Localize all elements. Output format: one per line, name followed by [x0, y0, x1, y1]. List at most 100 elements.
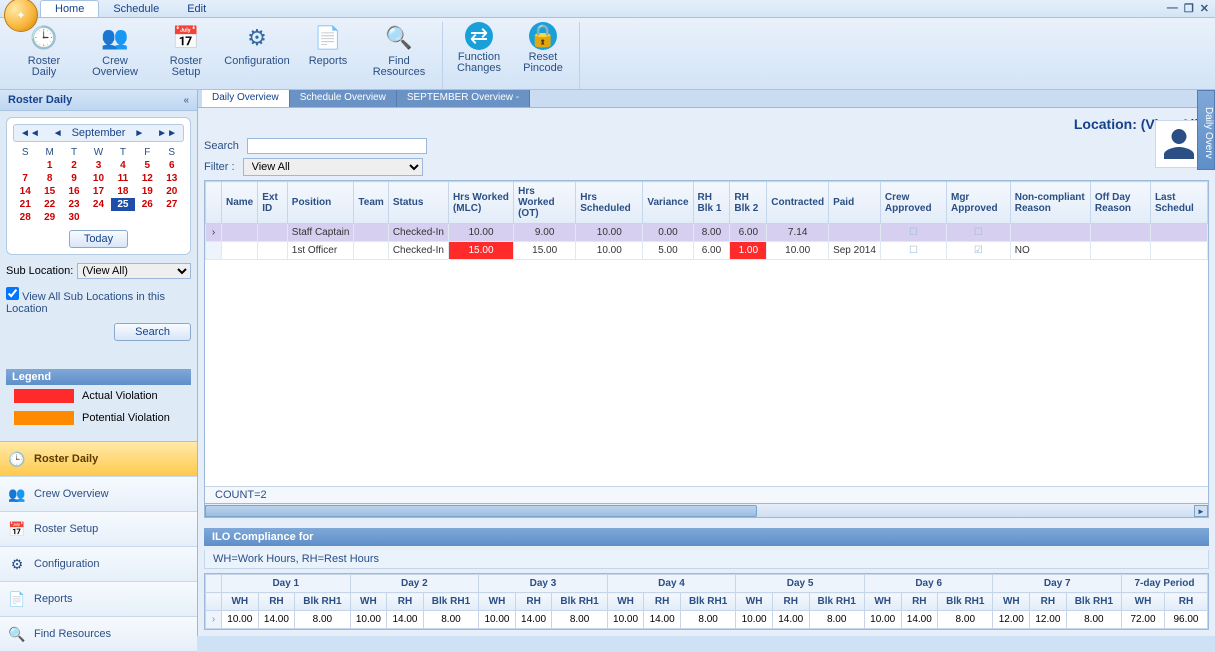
ribbon-configuration[interactable]: ⚙Configuration: [222, 22, 292, 89]
sidebar-item-crew-overview[interactable]: 👥Crew Overview: [0, 477, 197, 512]
grid-col-header[interactable]: Crew Approved: [880, 182, 946, 224]
sub-location-select[interactable]: (View All): [77, 263, 191, 279]
users-icon: 👥: [99, 22, 131, 54]
cal-prev-month-icon[interactable]: ◄: [49, 128, 67, 139]
sidebar-item-roster-daily[interactable]: 🕒Roster Daily: [0, 442, 197, 477]
restore-icon[interactable]: ❐: [1184, 2, 1194, 15]
cal-day[interactable]: 6: [160, 159, 184, 172]
ribbon-function-changes[interactable]: ⇄FunctionChanges: [451, 22, 507, 89]
ilo-sub-header: RH: [515, 593, 552, 611]
ilo-row-expander[interactable]: ›: [206, 611, 222, 629]
ribbon-roster-daily[interactable]: 🕒RosterDaily: [16, 22, 72, 89]
cal-next-month-icon[interactable]: ►: [130, 128, 148, 139]
grid-col-header[interactable]: Mgr Approved: [946, 182, 1010, 224]
cal-day[interactable]: 17: [86, 185, 110, 198]
sidebar-item-roster-setup[interactable]: 📅Roster Setup: [0, 512, 197, 547]
search-input[interactable]: [247, 138, 427, 154]
cal-day[interactable]: 4: [111, 159, 135, 172]
cal-day[interactable]: 20: [160, 185, 184, 198]
ilo-row[interactable]: ›10.0014.008.0010.0014.008.0010.0014.008…: [206, 611, 1208, 629]
grid-col-header[interactable]: Hrs Worked (OT): [514, 182, 576, 224]
grid-hscroll[interactable]: ◄ ►: [205, 503, 1208, 517]
grid-col-header[interactable]: Hrs Worked (MLC): [448, 182, 513, 224]
cal-day[interactable]: 14: [13, 185, 37, 198]
scroll-right-icon[interactable]: ►: [1194, 505, 1208, 517]
cal-day[interactable]: 9: [62, 172, 86, 185]
grid-col-header[interactable]: Variance: [643, 182, 693, 224]
tab-home[interactable]: Home: [40, 0, 99, 17]
cal-day[interactable]: 15: [37, 185, 61, 198]
table-row[interactable]: ›Staff CaptainChecked-In10.009.0010.000.…: [206, 224, 1208, 242]
cal-day[interactable]: 29: [37, 211, 61, 224]
content-tab[interactable]: SEPTEMBER Overview -: [397, 90, 530, 107]
cal-day[interactable]: 16: [62, 185, 86, 198]
filter-select[interactable]: View All: [243, 158, 423, 176]
grid-col-header[interactable]: Off Day Reason: [1090, 182, 1150, 224]
grid-col-header[interactable]: Name: [222, 182, 258, 224]
sidebar-item-reports[interactable]: 📄Reports: [0, 582, 197, 617]
grid-col-header[interactable]: Hrs Scheduled: [576, 182, 643, 224]
scroll-thumb[interactable]: [205, 505, 757, 517]
cal-day[interactable]: 2: [62, 159, 86, 172]
cal-day[interactable]: 19: [135, 185, 159, 198]
row-expander[interactable]: [206, 242, 222, 260]
cal-day[interactable]: 3: [86, 159, 110, 172]
grid-col-header[interactable]: Non-compliant Reason: [1010, 182, 1090, 224]
minimize-icon[interactable]: —: [1167, 2, 1178, 15]
sidebar-item-configuration[interactable]: ⚙Configuration: [0, 547, 197, 582]
grid-col-header[interactable]: Ext ID: [258, 182, 288, 224]
ribbon-find-resources[interactable]: 🔍Find Resources: [364, 22, 434, 89]
cal-day[interactable]: 23: [62, 198, 86, 211]
cal-day[interactable]: 12: [135, 172, 159, 185]
cal-day[interactable]: 26: [135, 198, 159, 211]
grid-col-header[interactable]: Contracted: [767, 182, 829, 224]
grid-col-header[interactable]: Paid: [829, 182, 881, 224]
ilo-sub-header: RH: [644, 593, 681, 611]
ribbon-roster-setup[interactable]: 📅RosterSetup: [158, 22, 214, 89]
person-icon: [1161, 126, 1197, 162]
ribbon-reset-pincode[interactable]: 🔒ResetPincode: [515, 22, 571, 89]
cal-day[interactable]: 30: [62, 211, 86, 224]
today-button[interactable]: Today: [69, 230, 128, 248]
cal-day[interactable]: 24: [86, 198, 110, 211]
cal-day[interactable]: 18: [111, 185, 135, 198]
cal-day[interactable]: 21: [13, 198, 37, 211]
cal-prev-year-icon[interactable]: ◄◄: [16, 128, 44, 139]
content-tab[interactable]: Schedule Overview: [290, 90, 397, 107]
view-all-sub-checkbox[interactable]: [6, 287, 19, 300]
ribbon-reports[interactable]: 📄Reports: [300, 22, 356, 89]
sidebar-item-find-resources[interactable]: 🔍Find Resources: [0, 617, 197, 652]
collapse-icon[interactable]: «: [183, 95, 189, 106]
grid-col-header[interactable]: RH Blk 2: [730, 182, 767, 224]
row-expander[interactable]: ›: [206, 224, 222, 242]
tab-edit[interactable]: Edit: [173, 1, 220, 17]
close-icon[interactable]: ✕: [1200, 2, 1209, 15]
grid-col-header[interactable]: Last Schedul: [1150, 182, 1207, 224]
ilo-cell: 10.00: [479, 611, 516, 629]
cal-day[interactable]: 1: [37, 159, 61, 172]
cal-next-year-icon[interactable]: ►►: [153, 128, 181, 139]
cal-day[interactable]: 22: [37, 198, 61, 211]
cal-day[interactable]: 5: [135, 159, 159, 172]
cal-day[interactable]: 11: [111, 172, 135, 185]
grid-col-header[interactable]: Team: [354, 182, 388, 224]
cal-day[interactable]: 13: [160, 172, 184, 185]
sidebar-search-button[interactable]: Search: [114, 323, 191, 341]
grid-col-header[interactable]: Status: [388, 182, 448, 224]
cal-day[interactable]: 7: [13, 172, 37, 185]
ribbon: 🕒RosterDaily 👥Crew Overview 📅RosterSetup…: [0, 18, 1215, 90]
ribbon-crew-overview[interactable]: 👥Crew Overview: [80, 22, 150, 89]
cal-day[interactable]: 10: [86, 172, 110, 185]
cal-day[interactable]: 8: [37, 172, 61, 185]
legend-header: Legend: [6, 369, 191, 385]
tab-schedule[interactable]: Schedule: [99, 1, 173, 17]
calendar: ◄◄ ◄ September ► ►► SMTWTFS 123456789101…: [6, 117, 191, 255]
cal-day[interactable]: 25: [111, 198, 135, 211]
cal-day[interactable]: 27: [160, 198, 184, 211]
cal-day[interactable]: 28: [13, 211, 37, 224]
table-row[interactable]: 1st OfficerChecked-In15.0015.0010.005.00…: [206, 242, 1208, 260]
grid-col-header[interactable]: RH Blk 1: [693, 182, 730, 224]
content-tab[interactable]: Daily Overview: [202, 90, 290, 107]
grid-col-header[interactable]: Position: [287, 182, 354, 224]
vertical-tab-daily-overview[interactable]: Daily Overv: [1197, 90, 1215, 170]
